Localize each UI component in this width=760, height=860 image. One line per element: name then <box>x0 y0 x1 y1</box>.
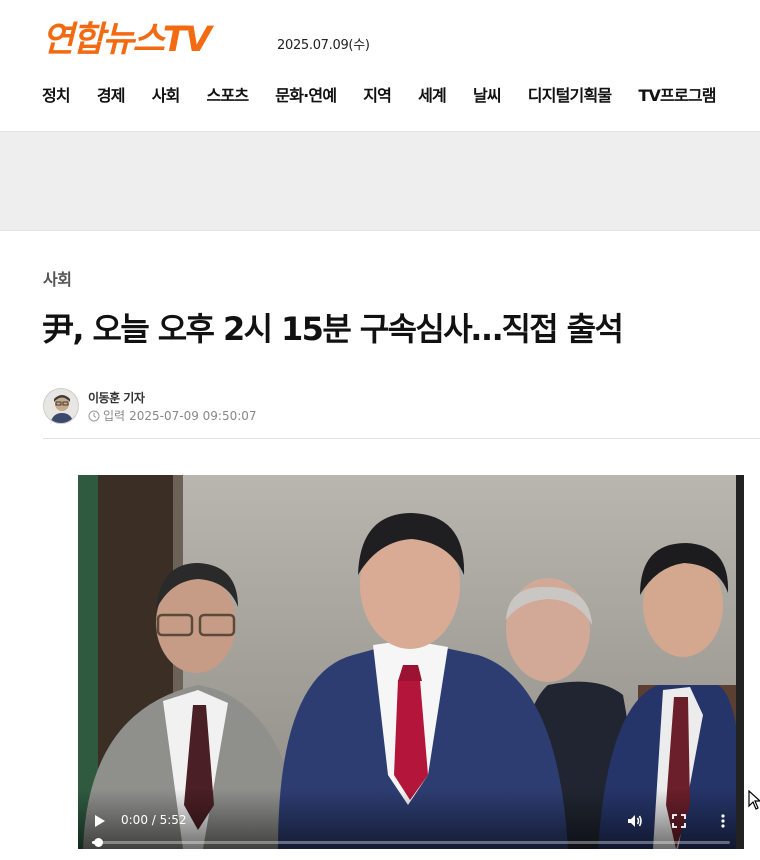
ad-banner-area <box>0 132 760 231</box>
nav-item-society[interactable]: 사회 <box>152 84 181 108</box>
nav-item-weather[interactable]: 날씨 <box>473 84 502 108</box>
nav-item-region[interactable]: 지역 <box>363 84 392 108</box>
reporter-name[interactable]: 이동훈 기자 <box>88 389 145 406</box>
mouse-cursor-icon <box>748 789 760 810</box>
header-date: 2025.07.09(수) <box>277 38 370 53</box>
video-progress-bar[interactable] <box>92 838 730 847</box>
article-headline: 尹, 오늘 오후 2시 15분 구속심사…직접 출석 <box>42 310 624 348</box>
publish-datetime: 2025-07-09 09:50:07 <box>129 408 257 423</box>
nav-item-sports[interactable]: 스포츠 <box>207 84 250 108</box>
nav-item-culture[interactable]: 문화·연예 <box>275 84 337 108</box>
video-player[interactable]: 0:00 / 5:52 <box>78 475 744 849</box>
volume-icon[interactable] <box>626 812 644 830</box>
publish-info: 입력 2025-07-09 09:50:07 <box>88 407 257 424</box>
reporter-avatar <box>43 388 79 424</box>
video-controls: 0:00 / 5:52 <box>78 789 744 849</box>
nav-item-world[interactable]: 세계 <box>418 84 447 108</box>
publish-label: 입력 <box>103 409 126 423</box>
play-icon[interactable] <box>92 813 108 829</box>
fullscreen-icon[interactable] <box>670 812 688 830</box>
site-header: 연합뉴스TV 2025.07.09(수) 정치 경제 사회 스포츠 문화·연예 … <box>0 0 760 132</box>
nav-item-economy[interactable]: 경제 <box>97 84 126 108</box>
site-logo[interactable]: 연합뉴스TV <box>42 18 212 62</box>
video-time: 0:00 / 5:52 <box>121 813 187 827</box>
nav-item-digital[interactable]: 디지털기획물 <box>528 84 612 108</box>
main-nav: 정치 경제 사회 스포츠 문화·연예 지역 세계 날씨 디지털기획물 TV프로그… <box>42 84 743 108</box>
byline-divider <box>43 438 760 439</box>
nav-item-tv-program[interactable]: TV프로그램 <box>638 84 716 108</box>
clock-icon <box>88 410 100 422</box>
more-options-icon[interactable] <box>714 812 732 830</box>
video-edge-bar <box>736 475 744 849</box>
video-progress-knob[interactable] <box>94 838 104 847</box>
article-category[interactable]: 사회 <box>43 266 72 290</box>
nav-item-politics[interactable]: 정치 <box>42 84 71 108</box>
